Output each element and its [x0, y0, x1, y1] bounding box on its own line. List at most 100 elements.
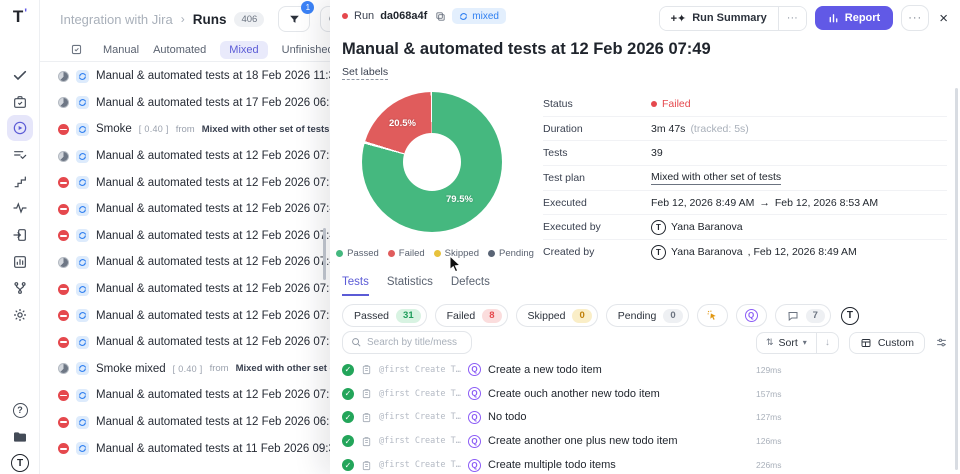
breadcrumb-project[interactable]: Integration with Jira — [60, 12, 173, 27]
clipboard-icon — [361, 460, 372, 471]
test-duration: 226ms — [756, 460, 948, 470]
chip-skipped[interactable]: Skipped0 — [516, 304, 598, 327]
custom-columns-button[interactable]: Custom — [849, 332, 925, 354]
tab-automated[interactable]: Automated — [153, 44, 206, 56]
test-row[interactable]: ✓ @first Create T… Q Create a new todo i… — [342, 358, 948, 382]
sparkle-icon: +✦ — [671, 12, 687, 25]
sync-icon — [459, 12, 468, 21]
filter-button[interactable]: 1 — [278, 6, 310, 32]
chip-pending[interactable]: Pending0 — [606, 304, 689, 327]
run-title: Smoke — [96, 123, 132, 135]
projects-folder-icon[interactable] — [7, 424, 33, 450]
run-summary-split-button: +✦Run Summary ··· — [659, 6, 807, 31]
milestones-steps-icon[interactable] — [7, 169, 33, 195]
mixed-type-badge[interactable]: mixed — [452, 8, 506, 24]
view-settings-icon[interactable] — [935, 336, 948, 349]
help-icon[interactable]: ? — [7, 397, 33, 423]
run-summary-button[interactable]: +✦Run Summary — [660, 7, 778, 30]
clipboard-icon — [361, 412, 372, 423]
test-row[interactable]: ✓ @first Create T… Q Create multiple tod… — [342, 453, 948, 474]
clipboard-icon — [361, 364, 372, 375]
mixed-sync-icon — [76, 176, 89, 189]
clipboard-icon — [361, 388, 372, 399]
test-row[interactable]: ✓ @first Create T… Q Create ouch another… — [342, 382, 948, 406]
close-panel-icon[interactable]: × — [939, 10, 948, 27]
assignee-avatar[interactable]: T — [841, 307, 859, 325]
sort-arrows-icon: ⇅ — [766, 337, 774, 348]
passed-check-icon: ✓ — [342, 459, 354, 471]
tab-statistics[interactable]: Statistics — [387, 276, 433, 296]
legend-passed: Passed — [336, 248, 379, 259]
list-scrollbar[interactable] — [323, 228, 326, 280]
sort-direction-button[interactable]: ↓ — [816, 333, 838, 353]
detail-row-created-by: Created by TYana Baranova, Feb 12, 2026 … — [543, 240, 947, 265]
passed-check-icon: ✓ — [342, 411, 354, 423]
run-status-icon — [58, 363, 69, 374]
sort-split-button: ⇅Sort▾ ↓ — [756, 332, 839, 354]
test-plan-link[interactable]: Mixed with other set of tests — [651, 171, 781, 185]
copy-icon[interactable] — [435, 11, 446, 22]
passed-slice-label: 79.5% — [446, 194, 473, 205]
passed-check-icon: ✓ — [342, 435, 354, 447]
mixed-sync-icon — [76, 362, 89, 375]
detail-row-tests: Tests 39 — [543, 141, 947, 166]
q-framework-icon: Q — [468, 435, 481, 448]
tab-tests[interactable]: Tests — [342, 276, 369, 296]
detail-row-executed-by: Executed by TYana Baranova — [543, 215, 947, 240]
run-summary-more-button[interactable]: ··· — [778, 7, 806, 30]
test-cases-icon[interactable] — [7, 89, 33, 115]
run-status-dot — [342, 13, 348, 19]
comment-icon — [787, 310, 799, 322]
tab-unfinished[interactable]: Unfinished — [282, 44, 334, 56]
user-avatar[interactable]: T — [7, 450, 33, 474]
detail-tabs: Tests Statistics Defects — [342, 276, 490, 296]
chip-magic-cursor[interactable] — [697, 304, 728, 327]
branch-icon[interactable] — [7, 275, 33, 301]
app-logo[interactable]: T' — [0, 4, 40, 30]
legend-skipped: Skipped — [434, 248, 479, 259]
test-row[interactable]: ✓ @first Create T… Q No todo 127ms — [342, 406, 948, 430]
report-button[interactable]: Report — [815, 6, 893, 30]
pulse-activity-icon[interactable] — [7, 195, 33, 221]
bulk-select-icon[interactable] — [70, 43, 83, 56]
test-tag: @first Create T… — [379, 436, 461, 446]
analytics-chart-icon[interactable] — [7, 249, 33, 275]
test-duration: 127ms — [756, 412, 948, 422]
funnel-icon — [288, 13, 301, 26]
settings-gear-icon[interactable] — [7, 302, 33, 328]
import-icon[interactable] — [7, 222, 33, 248]
test-title: No todo — [488, 411, 527, 423]
run-title: Manual & automated tests at 12 Feb 2026 … — [96, 150, 342, 162]
tab-mixed[interactable]: Mixed — [220, 41, 267, 59]
tests-search-input[interactable] — [367, 337, 457, 348]
run-title: Manual & automated tests at 12 Feb 2026 … — [96, 336, 342, 348]
chip-comments[interactable]: 7 — [775, 304, 831, 327]
chip-failed[interactable]: Failed8 — [435, 304, 508, 327]
more-actions-button[interactable]: ··· — [901, 5, 929, 31]
mixed-sync-icon — [76, 309, 89, 322]
chip-automation[interactable]: Q — [736, 304, 767, 327]
plans-list-icon[interactable] — [7, 142, 33, 168]
mixed-sync-icon — [76, 416, 89, 429]
runs-play-icon[interactable] — [7, 115, 33, 141]
q-framework-icon: Q — [468, 411, 481, 424]
sort-button[interactable]: ⇅Sort▾ — [757, 333, 816, 353]
test-row[interactable]: ✓ @first Create T… Q Create another one … — [342, 429, 948, 453]
tab-defects[interactable]: Defects — [451, 276, 490, 296]
results-check-icon[interactable] — [7, 62, 33, 88]
run-status-icon — [58, 151, 69, 162]
run-plan: Mixed with other set of tests — [202, 124, 330, 135]
search-icon — [351, 337, 362, 348]
chip-passed[interactable]: Passed31 — [342, 304, 427, 327]
breadcrumb-section: Runs — [193, 12, 227, 27]
test-duration: 126ms — [756, 436, 948, 446]
breadcrumb-separator: › — [181, 12, 185, 26]
q-framework-icon: Q — [468, 363, 481, 376]
panel-scrollbar[interactable] — [955, 88, 958, 470]
run-title-heading: Manual & automated tests at 12 Feb 2026 … — [342, 40, 711, 59]
set-labels-link[interactable]: Set labels — [342, 66, 388, 80]
user-avatar: T — [651, 245, 666, 260]
run-title: Smoke mixed — [96, 363, 166, 375]
donut-hole — [403, 133, 461, 191]
tab-manual[interactable]: Manual — [103, 44, 139, 56]
